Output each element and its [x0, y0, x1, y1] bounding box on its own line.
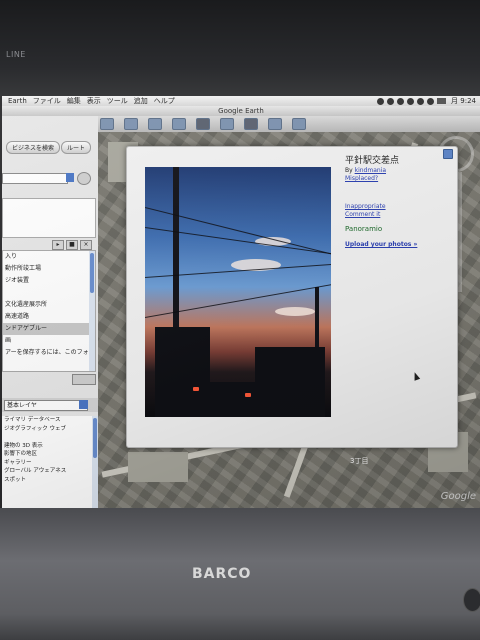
close-icon[interactable]: × — [80, 240, 92, 250]
panoramio-photo[interactable] — [145, 167, 331, 417]
zoom-slider[interactable] — [458, 172, 462, 292]
panoramio-logo[interactable]: Panoramio — [345, 225, 382, 233]
status-icon[interactable] — [387, 97, 395, 105]
author-link[interactable]: kindmania — [355, 167, 386, 174]
print-button[interactable] — [292, 118, 306, 130]
list-item[interactable]: ジオ装置 — [3, 275, 95, 287]
layers-header: 基本レイヤ — [2, 398, 98, 412]
close-icon[interactable] — [443, 149, 453, 159]
chevron-down-icon — [79, 400, 88, 409]
layer-item[interactable]: ギャラリー — [2, 459, 98, 468]
places-scrollbar[interactable] — [89, 251, 95, 371]
search-results[interactable] — [2, 198, 96, 238]
layer-item[interactable]: ライマリ データベース — [2, 416, 98, 425]
results-controls: ▸ ■ × — [52, 240, 92, 250]
screen: Earth ファイル 編集 表示 ツール 追加 ヘルプ 月 9:24 Googl… — [2, 96, 480, 508]
list-item[interactable]: 画 — [3, 335, 95, 347]
search-icon[interactable] — [77, 172, 91, 185]
tab-directions[interactable]: ルート — [61, 141, 92, 154]
comment-link[interactable]: Comment it — [345, 211, 380, 218]
monitor-brand-logo: BARCO — [192, 566, 252, 582]
scroll-thumb[interactable] — [93, 418, 97, 458]
wifi-icon[interactable] — [417, 97, 425, 105]
search-input[interactable] — [2, 173, 68, 184]
battery-icon[interactable] — [437, 98, 447, 104]
photo-title: 平針駅交差点 — [345, 156, 400, 166]
map-attribution: Google — [440, 491, 476, 502]
sky-button[interactable] — [244, 118, 258, 130]
monitor-top-brand: LINE — [6, 50, 26, 59]
status-icon[interactable] — [397, 97, 405, 105]
search-history-dropdown[interactable] — [66, 173, 74, 182]
scroll-thumb[interactable] — [90, 253, 94, 293]
bluetooth-icon[interactable] — [407, 97, 415, 105]
menu-edit[interactable]: 編集 — [67, 96, 81, 106]
mouse-cursor-icon — [411, 371, 421, 381]
photo-building — [255, 347, 325, 417]
menu-clock[interactable]: 月 9:24 — [451, 96, 476, 106]
status-icon[interactable] — [377, 97, 385, 105]
list-item[interactable]: アーを保存するには、このフォルダ — [3, 347, 95, 359]
layer-item[interactable] — [2, 433, 98, 442]
placemark-button[interactable] — [124, 118, 138, 130]
list-item[interactable] — [3, 287, 95, 299]
search-tabs: ビジネスを検索 ルート — [6, 141, 92, 154]
places-panel: 入り 動作所竣工場 ジオ装置 文化遺産展示所 高速道路 ンドアゲブルー 画 アー… — [2, 250, 96, 372]
stop-icon[interactable]: ■ — [66, 240, 78, 250]
monitor-bezel-top — [0, 0, 480, 96]
photo-tail-light — [245, 393, 251, 397]
map-toolbar — [94, 116, 480, 132]
map-building — [128, 452, 188, 482]
inappropriate-link[interactable]: Inappropriate — [345, 203, 386, 210]
list-item-selected[interactable]: ンドアゲブルー — [3, 323, 95, 335]
layer-item[interactable]: スポット — [2, 476, 98, 485]
menu-file[interactable]: ファイル — [33, 96, 61, 106]
menu-app[interactable]: Earth — [8, 97, 27, 105]
menu-add[interactable]: 追加 — [134, 96, 148, 106]
layers-select-value: 基本レイヤ — [7, 402, 37, 409]
play-icon[interactable]: ▸ — [52, 240, 64, 250]
power-button[interactable] — [463, 588, 480, 612]
menu-tools[interactable]: ツール — [107, 96, 128, 106]
tab-business-search[interactable]: ビジネスを検索 — [6, 141, 61, 154]
sidebar: ビジネスを検索 ルート ▸ ■ × 入り 動作所竣工場 ジオ装置 文化遺産展示所… — [2, 116, 98, 508]
photo-byline: By kindmania — [345, 167, 386, 174]
layer-item[interactable]: 建物の 3D 表示 — [2, 442, 98, 451]
photo-car — [205, 382, 265, 417]
map-label: 3丁目 — [350, 457, 369, 465]
by-label: By — [345, 167, 353, 174]
menu-bar: Earth ファイル 編集 表示 ツール 追加 ヘルプ 月 9:24 — [2, 96, 480, 106]
misplaced-link[interactable]: Misplaced? — [345, 175, 378, 182]
upload-photos-link[interactable]: Upload your photos » — [345, 241, 417, 248]
record-tour-button[interactable] — [220, 118, 234, 130]
email-button[interactable] — [268, 118, 282, 130]
layer-item[interactable]: ジオグラフィック ウェブ — [2, 425, 98, 434]
photo-balloon: 平針駅交差点 By kindmania Misplaced? Inappropr… — [126, 146, 458, 448]
overlay-button[interactable] — [196, 118, 210, 130]
list-item[interactable]: 文化遺産展示所 — [3, 299, 95, 311]
places-controls[interactable] — [72, 374, 96, 385]
menu-status-area: 月 9:24 — [377, 96, 476, 106]
list-item[interactable]: 入り — [3, 251, 95, 263]
list-item[interactable]: 動作所竣工場 — [3, 263, 95, 275]
layers-select[interactable]: 基本レイヤ — [4, 400, 88, 411]
photo-building — [155, 327, 210, 417]
layer-item[interactable]: 影響下の地区 — [2, 450, 98, 459]
path-button[interactable] — [172, 118, 186, 130]
window-title: Google Earth — [2, 106, 480, 116]
list-item[interactable]: 高速道路 — [3, 311, 95, 323]
sidebar-toggle-button[interactable] — [100, 118, 114, 130]
layers-panel: ライマリ データベース ジオグラフィック ウェブ 建物の 3D 表示 影響下の地… — [2, 416, 98, 508]
layer-item[interactable]: グローバル アウェアネス — [2, 467, 98, 476]
polygon-button[interactable] — [148, 118, 162, 130]
photo-cloud — [275, 307, 315, 316]
search-row — [2, 172, 96, 186]
photo-tail-light — [193, 387, 199, 391]
volume-icon[interactable] — [427, 97, 435, 105]
menu-help[interactable]: ヘルプ — [154, 96, 175, 106]
menu-view[interactable]: 表示 — [87, 96, 101, 106]
